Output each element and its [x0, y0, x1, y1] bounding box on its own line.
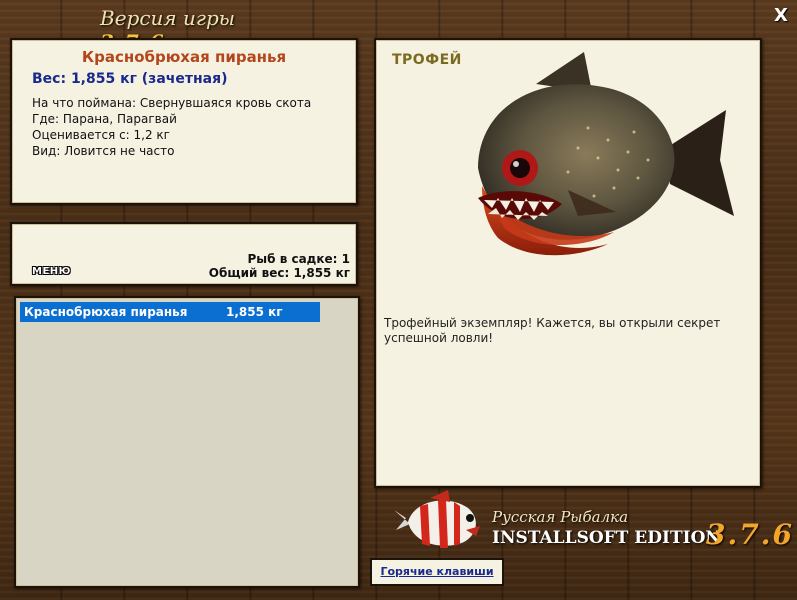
brand-line2: INSTALLSOFT EDITION: [492, 528, 721, 548]
menu-button[interactable]: МЕНЮ: [32, 266, 71, 277]
hotkeys-button[interactable]: Горячие клавиши: [370, 558, 504, 586]
title-prefix: Версия игры: [100, 6, 236, 30]
detail-bait: На что поймана: Свернувшаяся кровь скота: [32, 96, 312, 110]
detail-rating: Оценивается с: 1,2 кг: [32, 128, 170, 142]
trophy-panel: ТРОФЕЙ Трофейный экземпляр! Кажется, вы …: [374, 38, 762, 488]
list-item-name: Краснобрюхая пиранья: [24, 305, 188, 319]
detail-location: Где: Парана, Парагвай: [32, 112, 177, 126]
fish-count: Рыб в садке: 1: [247, 252, 351, 266]
detail-frequency: Вид: Ловится не часто: [32, 144, 175, 158]
fish-list-panel[interactable]: Краснобрюхая пиранья 1,855 кг: [14, 296, 360, 588]
brand-version: 3.7.6: [706, 518, 794, 551]
keepnet-stats-panel: МЕНЮ Рыб в садке: 1 Общий вес: 1,855 кг: [10, 222, 358, 286]
brand-fish-logo: [394, 490, 480, 548]
trophy-message: Трофейный экземпляр! Кажется, вы открыли…: [384, 316, 721, 345]
total-weight: Общий вес: 1,855 кг: [208, 266, 350, 280]
list-item[interactable]: Краснобрюхая пиранья 1,855 кг: [20, 302, 320, 322]
fish-weight: Вес: 1,855 кг (зачетная): [32, 71, 228, 87]
close-button[interactable]: X: [770, 5, 792, 27]
brand-line1: Русская Рыбалка: [492, 508, 629, 526]
fish-name: Краснобрюхая пиранья: [81, 48, 287, 66]
window-title: Версия игры 3.7.6: [100, 6, 300, 54]
list-item-weight: 1,855 кг: [226, 305, 283, 319]
catch-info-panel: Краснобрюхая пиранья Вес: 1,855 кг (заче…: [10, 38, 358, 205]
piranha-trophy-image: [478, 52, 734, 256]
